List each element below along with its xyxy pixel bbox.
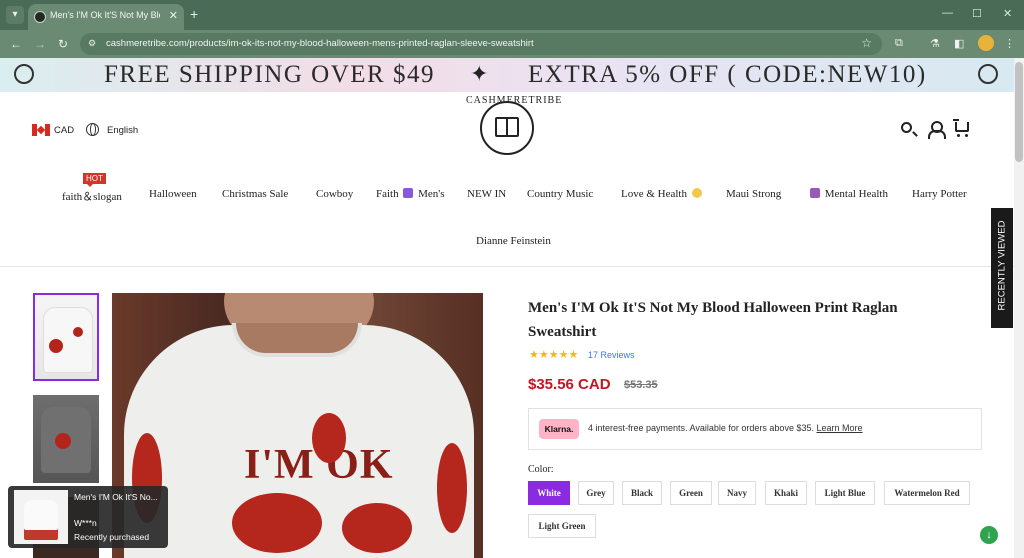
nav-item-christmas-sale[interactable]: Christmas Sale <box>222 188 288 200</box>
nav-item-new-in[interactable]: NEW IN <box>467 188 506 200</box>
blood-splatter <box>232 493 322 553</box>
banner-shipping-text: FREE SHIPPING OVER $49 <box>104 61 435 88</box>
popup-product-image <box>14 490 68 544</box>
blood-handprint <box>312 413 346 463</box>
profile-avatar[interactable] <box>978 35 994 51</box>
tab-title: Men's I'M Ok It'S Not My Bloo <box>50 10 160 20</box>
promo-banner[interactable]: FREE SHIPPING OVER $49 ✦ EXTRA 5% OFF ( … <box>0 58 1014 92</box>
current-price: $35.56 CAD <box>528 376 611 393</box>
browser-toolbar: ← → ↻ ⚙ cashmeretribe.com/products/im-ok… <box>0 30 1024 58</box>
nav-item-cowboy[interactable]: Cowboy <box>316 188 353 200</box>
side-panel-icon[interactable]: ◧ <box>954 37 964 50</box>
download-icon[interactable]: ↓ <box>980 526 998 544</box>
cart-icon[interactable] <box>953 119 969 137</box>
recently-viewed-label: RECENTLY VIEWED <box>996 220 1008 311</box>
blood-splatter <box>342 503 412 553</box>
browser-tab[interactable]: Men's I'M Ok It'S Not My Bloo ✕ <box>28 4 184 30</box>
color-option-light-green[interactable]: Light Green <box>528 514 596 538</box>
account-icon[interactable] <box>928 121 946 139</box>
url-text: cashmeretribe.com/products/im-ok-its-not… <box>106 38 534 49</box>
popup-product-title: Men's I'M Ok It'S No... <box>74 492 158 502</box>
heart-icon <box>810 188 820 198</box>
moon-icon <box>14 64 34 84</box>
moon-icon <box>978 64 998 84</box>
color-option-white[interactable]: White <box>528 481 570 505</box>
product-thumbnail-grey[interactable] <box>33 395 99 483</box>
nav-item-dianne-feinstein[interactable]: Dianne Feinstein <box>476 235 551 247</box>
nav-faith-label: Faith <box>376 188 399 200</box>
tab-close-icon[interactable]: ✕ <box>169 9 178 22</box>
nav-item-harry-potter[interactable]: Harry Potter <box>912 188 967 200</box>
window-close-icon[interactable]: ✕ <box>1003 7 1012 20</box>
nav-item-maui-strong[interactable]: Maui Strong <box>726 188 781 200</box>
klarna-logo: Klarna. <box>539 419 579 439</box>
globe-icon[interactable] <box>86 123 99 136</box>
nav-item-mental-health[interactable]: Mental Health <box>808 188 888 200</box>
address-bar[interactable]: ⚙ cashmeretribe.com/products/im-ok-its-n… <box>80 33 882 55</box>
recently-viewed-tab[interactable]: RECENTLY VIEWED <box>991 208 1013 328</box>
extensions-icon[interactable]: ⧉ <box>895 37 903 50</box>
site-info-icon[interactable]: ⚙ <box>88 38 100 50</box>
minimize-icon[interactable]: — <box>942 7 953 19</box>
klarna-description: 4 interest-free payments. Available for … <box>588 423 814 433</box>
klarna-learn-more-link[interactable]: Learn More <box>816 423 862 433</box>
color-option-light-blue[interactable]: Light Blue <box>815 481 875 505</box>
language-selector[interactable]: English <box>107 125 138 136</box>
site-logo[interactable]: CASHMERETRIBE <box>466 95 563 165</box>
bookmark-star-icon[interactable]: ☆ <box>861 36 872 50</box>
nav-mental-health-label: Mental Health <box>824 188 888 200</box>
color-option-navy[interactable]: Navy <box>718 481 756 505</box>
nav-item-halloween[interactable]: Halloween <box>149 188 197 200</box>
blood-splatter <box>55 433 71 449</box>
banner-discount-text: EXTRA 5% OFF ( CODE:NEW10) <box>528 61 927 88</box>
blood-sleeve-splatter <box>437 443 467 533</box>
site-favicon-icon <box>34 11 46 23</box>
color-option-khaki[interactable]: Khaki <box>765 481 807 505</box>
blood-splatter <box>49 339 63 353</box>
search-icon[interactable] <box>901 122 912 133</box>
color-label: Color: <box>528 464 554 475</box>
recent-purchase-popup[interactable]: Men's I'M Ok It'S No... W***n Recently p… <box>8 486 168 548</box>
reviews-link[interactable]: 17 Reviews <box>588 350 635 360</box>
hot-badge: HOT <box>83 173 106 187</box>
praying-hands-icon <box>691 188 702 198</box>
browser-menu-icon[interactable]: ⋮ <box>1004 37 1015 50</box>
header-divider <box>0 266 1014 267</box>
nav-mens-label: Men's <box>418 188 445 200</box>
cross-icon <box>403 188 414 198</box>
color-option-watermelon-red[interactable]: Watermelon Red <box>884 481 970 505</box>
klarna-text: 4 interest-free payments. Available for … <box>588 423 863 433</box>
color-option-green[interactable]: Green <box>670 481 712 505</box>
nav-item-country-music[interactable]: Country Music <box>527 188 593 200</box>
browser-tab-bar: ▾ Men's I'M Ok It'S Not My Bloo ✕ + — ☐ … <box>0 0 1024 30</box>
logo-text: CASHMERETRIBE <box>466 95 563 106</box>
forward-icon[interactable]: → <box>34 37 46 51</box>
product-thumbnail-white[interactable] <box>33 293 99 381</box>
labs-flask-icon[interactable]: ⚗ <box>930 37 940 50</box>
color-option-grey[interactable]: Grey <box>578 481 614 505</box>
book-icon <box>495 117 519 137</box>
nav-item-faith-mens[interactable]: Faith Men's <box>376 188 445 200</box>
back-icon[interactable]: ← <box>10 37 22 51</box>
reload-icon[interactable]: ↻ <box>58 37 68 51</box>
new-tab-button[interactable]: + <box>190 6 198 22</box>
popup-customer-name: W***n <box>74 518 97 528</box>
rating-stars-icon[interactable]: ★★★★★ <box>529 348 578 361</box>
maximize-icon[interactable]: ☐ <box>972 7 982 20</box>
nav-love-health-label: Love & Health <box>621 188 687 200</box>
popup-status: Recently purchased <box>74 532 150 542</box>
klarna-box: Klarna. 4 interest-free payments. Availa… <box>528 408 982 450</box>
original-price: $53.35 <box>624 379 658 391</box>
canada-flag-icon[interactable] <box>32 124 50 136</box>
currency-selector[interactable]: CAD <box>54 125 74 136</box>
sparkle-icon: ✦ <box>470 61 489 86</box>
nav-item-love-health[interactable]: Love & Health <box>621 188 704 200</box>
product-title: Men's I'M Ok It'S Not My Blood Halloween… <box>528 300 898 340</box>
scrollbar-thumb[interactable] <box>1015 62 1023 162</box>
nav-item-faith-slogan[interactable]: faith＆slogan <box>62 188 122 204</box>
color-option-black[interactable]: Black <box>622 481 662 505</box>
blood-splatter <box>73 327 83 337</box>
sweatshirt-collar <box>232 323 362 357</box>
tab-search-button[interactable]: ▾ <box>6 6 24 24</box>
